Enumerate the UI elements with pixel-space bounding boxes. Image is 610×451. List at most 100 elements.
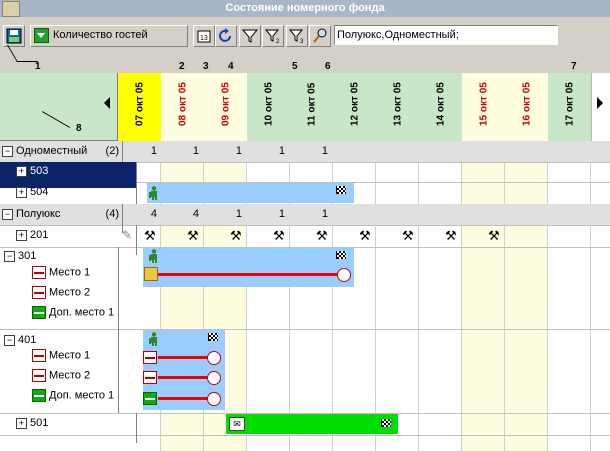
room-row-301[interactable]: −301 Место 1 Место 2 Доп. место 1 <box>0 247 610 330</box>
date-label: 09 окт 05 <box>220 82 231 126</box>
occupancy-count: 1 <box>235 145 242 157</box>
bed-line: Доп. место 1 <box>32 389 114 402</box>
stay-line <box>158 376 208 379</box>
bed-name: Доп. место 1 <box>49 389 115 402</box>
expand-icon[interactable]: + <box>16 165 27 177</box>
bed-line: Место 2 <box>32 369 90 382</box>
stay-line <box>156 273 338 276</box>
filter-3-button[interactable]: 3 <box>286 25 308 47</box>
refresh-button[interactable] <box>215 25 237 47</box>
room-name: 201 <box>30 229 49 241</box>
expand-icon[interactable]: + <box>16 417 27 429</box>
date-label: 17 окт 05 <box>564 82 575 126</box>
bed-name: Место 1 <box>49 349 91 362</box>
date-header[interactable]: 11 окт 05 <box>290 73 334 142</box>
callout-3: 3 <box>203 61 209 72</box>
repair-tools-icon: ⚒ <box>316 228 328 243</box>
expand-icon[interactable]: + <box>16 229 27 241</box>
dropdown-label: Количество гостей <box>53 29 148 41</box>
filter-button[interactable] <box>239 25 261 47</box>
checkout-circle-icon <box>207 351 221 365</box>
room-label: +501 <box>0 413 137 443</box>
bed-icon <box>32 349 46 362</box>
title-bar: Состояние номерного фонда <box>0 0 610 17</box>
date-label: 07 окт 05 <box>134 82 145 126</box>
occupancy-count: 1 <box>235 208 242 220</box>
date-header[interactable]: 16 окт 05 <box>505 73 549 142</box>
occupancy-count: 4 <box>192 208 199 220</box>
grid-corner: 8 <box>0 73 118 141</box>
svg-text:13: 13 <box>200 35 208 42</box>
save-button[interactable] <box>3 25 25 47</box>
extra-bed-icon <box>32 306 46 319</box>
filter-2-button[interactable]: 2 <box>262 25 284 47</box>
booking-bar[interactable] <box>147 183 354 203</box>
date-header[interactable]: 15 окт 05 <box>462 73 506 142</box>
date-label: 10 окт 05 <box>263 82 274 126</box>
occupancy-count: 1 <box>192 145 199 157</box>
date-header[interactable]: 09 окт 05 <box>204 73 248 142</box>
bed-line: Доп. место 1 <box>32 306 114 319</box>
booking-bar[interactable] <box>143 247 354 287</box>
bed-name: Место 2 <box>49 286 91 299</box>
group-name: Одноместный <box>16 145 88 157</box>
bed-start-icon <box>143 351 157 364</box>
room-name: 301 <box>18 250 37 262</box>
filter-text-field[interactable]: Полуюкс,Одноместный; <box>334 25 558 45</box>
toolbar: Количество гостей 13 2 3 Полуюкс,Одномес… <box>0 17 610 74</box>
date-header[interactable]: 08 окт 05 <box>161 73 205 142</box>
calendar-button[interactable]: 13 <box>193 25 215 47</box>
date-header[interactable]: 07 окт 05 <box>118 73 162 142</box>
date-label: 16 окт 05 <box>521 82 532 126</box>
bed-name: Доп. место 1 <box>49 306 115 319</box>
collapse-icon[interactable]: − <box>2 145 13 157</box>
room-name: 503 <box>30 165 49 177</box>
room-row-401[interactable]: −401 Место 1 Место 2 Доп. место 1 <box>0 329 610 414</box>
date-label: 08 окт 05 <box>177 82 188 126</box>
stay-line <box>158 356 208 359</box>
date-label: 12 окт 05 <box>349 82 360 126</box>
occupancy-count: 1 <box>278 208 285 220</box>
occupancy-count: 1 <box>278 145 285 157</box>
callout-line <box>7 45 38 62</box>
date-header[interactable]: 12 окт 05 <box>333 73 377 142</box>
date-header[interactable]: 10 окт 05 <box>247 73 291 142</box>
room-name: 504 <box>30 186 49 198</box>
repair-tools-icon: ⚒ <box>187 228 199 243</box>
checkout-circle-icon <box>207 371 221 385</box>
expand-icon[interactable]: + <box>16 186 27 198</box>
room-row-504[interactable]: +504 <box>0 182 610 212</box>
room-grid: 8 07 окт 05 08 окт 05 09 окт 05 10 окт 05 11… <box>0 73 610 451</box>
date-label: 14 окт 05 <box>435 82 446 126</box>
search-button[interactable] <box>309 25 331 47</box>
collapse-icon[interactable]: − <box>4 334 15 346</box>
room-row-201[interactable]: +201 ✎ ⚒ ⚒ ⚒ ⚒ ⚒ ⚒ ⚒ ⚒ ⚒ <box>0 225 610 255</box>
collapse-icon[interactable]: − <box>2 208 13 220</box>
collapse-icon[interactable]: − <box>4 250 15 262</box>
date-header[interactable]: 13 окт 05 <box>376 73 420 142</box>
filter-2-icon: 2 <box>264 29 280 45</box>
room-row-501[interactable]: +501 ✉ <box>0 413 610 443</box>
room-label: −301 Место 1 Место 2 Доп. место 1 <box>0 247 119 329</box>
room-row-503[interactable]: +503 <box>0 162 610 188</box>
guest-arrival-icon <box>149 249 157 263</box>
checkout-flag-icon <box>381 419 391 427</box>
date-header[interactable]: 17 окт 05 <box>548 73 592 142</box>
callout-4: 4 <box>228 61 234 72</box>
room-name: 501 <box>30 417 49 429</box>
group-name: Полуюкс <box>16 208 61 220</box>
repair-tools-icon: ⚒ <box>144 228 156 243</box>
repair-tools-icon: ⚒ <box>359 228 371 243</box>
date-label: 11 окт 05 <box>306 82 317 126</box>
occupancy-count: 4 <box>150 208 157 220</box>
group-row-single[interactable]: − Одноместный (2) 1 1 1 1 1 <box>0 141 610 170</box>
occupancy-count: 1 <box>150 145 157 157</box>
reservation-bar[interactable] <box>226 414 398 434</box>
group-row-junior[interactable]: − Полуюкс (4) 4 4 1 1 1 <box>0 204 610 233</box>
app-icon[interactable] <box>2 1 20 17</box>
scroll-left-arrow[interactable] <box>104 97 110 109</box>
checkout-circle-icon <box>337 268 351 282</box>
scroll-right-arrow[interactable] <box>597 97 603 109</box>
guest-count-dropdown[interactable]: Количество гостей <box>30 25 188 47</box>
date-header[interactable]: 14 окт 05 <box>419 73 463 142</box>
